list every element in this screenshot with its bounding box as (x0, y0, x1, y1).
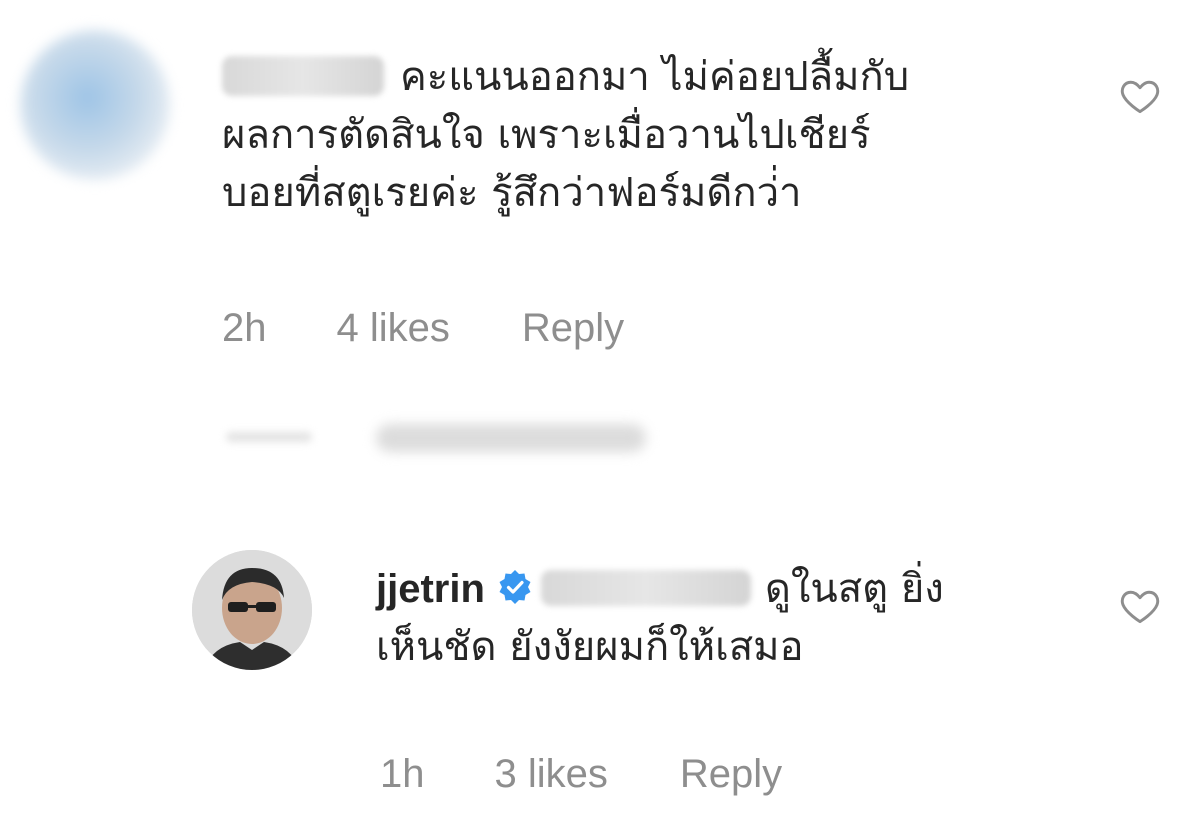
heart-outline-icon[interactable] (1118, 584, 1162, 628)
avatar[interactable] (192, 550, 312, 670)
comment-text-line-1: คะแนนออกมา ไม่ค่อยปลื้มกับ (400, 54, 910, 100)
username-link[interactable]: jjetrin (376, 567, 485, 611)
comment-meta: 2h 4 likes Reply (222, 306, 624, 351)
comment-time: 2h (222, 306, 267, 350)
heart-outline-icon[interactable] (1118, 74, 1162, 118)
likes-count[interactable]: 3 likes (495, 752, 608, 797)
replies-divider (226, 432, 312, 442)
reply-button[interactable]: Reply (680, 752, 782, 797)
comment-line: jjetrin ดูในสตู ยิ่ง (376, 560, 944, 618)
comment-time: 1h (380, 752, 425, 796)
comment-text-line-1: ดูในสตู ยิ่ง (764, 566, 944, 612)
blurred-mention[interactable] (540, 570, 751, 606)
likes-count[interactable]: 4 likes (337, 306, 450, 351)
comment-body: คะแนนออกมา ไม่ค่อยปลื้มกับ ผลการตัดสินใจ… (222, 48, 909, 222)
blurred-replies-label (376, 424, 646, 452)
avatar-photo (192, 550, 312, 670)
comment-text-line-3: บอยที่สตูเรยค่ะ รู้สึกว่าฟอร์มดีกว่่า (222, 170, 802, 216)
verified-badge-icon (499, 570, 531, 604)
comment-text-line-2: ผลการตัดสินใจ เพราะเมื่อวานไปเชียร์ (222, 112, 871, 158)
avatar[interactable] (20, 30, 170, 180)
reply-button[interactable]: Reply (522, 306, 624, 351)
blurred-username[interactable] (222, 56, 384, 96)
comment-text-line-2: เห็นชัด ยังงัยผมก็ให้เสมอ (376, 624, 804, 670)
comment-body: jjetrin ดูในสตู ยิ่ง เห็นชัด ยังงัยผมก็ใ… (376, 560, 944, 676)
comment-line: คะแนนออกมา ไม่ค่อยปลื้มกับ (222, 48, 909, 106)
comment-meta: 1h 3 likes Reply (380, 752, 782, 797)
view-replies-toggle[interactable] (226, 418, 646, 458)
